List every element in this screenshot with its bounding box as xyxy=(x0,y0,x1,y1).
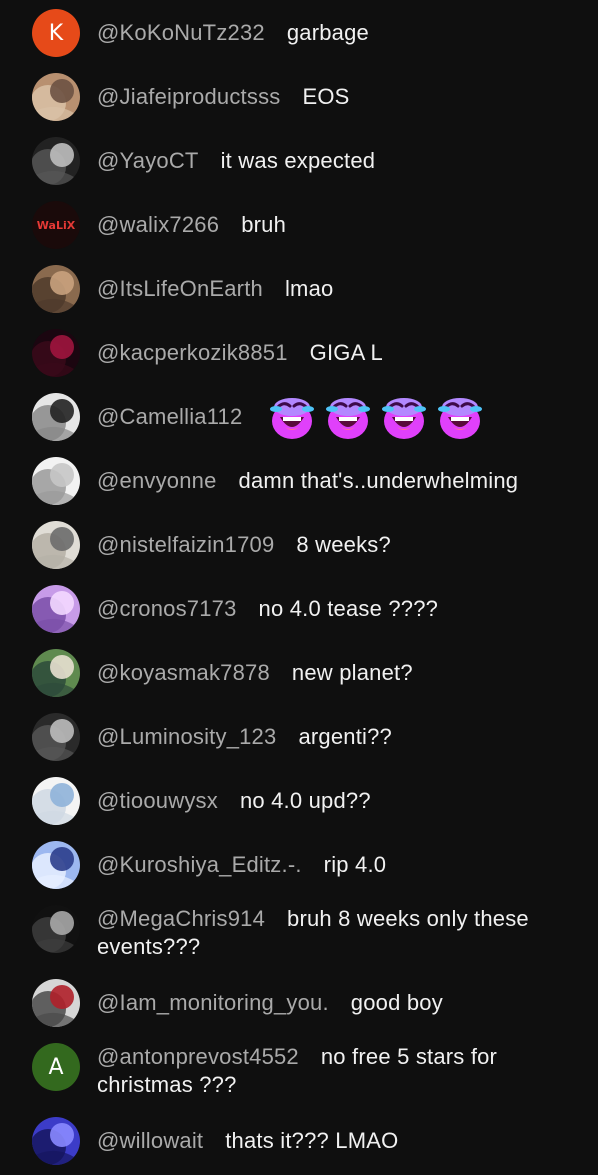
message-text: damn that's..underwhelming xyxy=(238,468,519,493)
rolling-laughing-face-emoji xyxy=(268,393,316,441)
avatar[interactable] xyxy=(32,137,80,185)
message-text: no 4.0 tease ???? xyxy=(258,596,439,621)
avatar[interactable] xyxy=(32,329,80,377)
chat-message[interactable]: @YayoCT it was expected xyxy=(0,137,598,185)
author-name[interactable]: @walix7266 xyxy=(97,212,219,237)
avatar[interactable] xyxy=(32,457,80,505)
chat-message[interactable]: @willowait thats it??? LMAO xyxy=(0,1117,598,1165)
chat-message[interactable]: @tioouwysx no 4.0 upd?? xyxy=(0,777,598,825)
author-name[interactable]: @antonprevost4552 xyxy=(97,1044,299,1069)
message-line: @envyonne damn that's..underwhelming xyxy=(97,457,590,495)
avatar-letter: K xyxy=(48,20,64,46)
chat-message[interactable]: @koyasmak7878 new planet? xyxy=(0,649,598,697)
avatar-letter: A xyxy=(48,1054,64,1080)
author-name[interactable]: @Camellia112 xyxy=(97,404,242,429)
author-name[interactable]: @KoKoNuTz232 xyxy=(97,20,265,45)
avatar-letter: WaLiX xyxy=(36,218,76,232)
avatar[interactable] xyxy=(32,521,80,569)
message-line: @Iam_monitoring_you. good boy xyxy=(97,979,590,1017)
message-text: thats it??? LMAO xyxy=(225,1128,399,1153)
avatar[interactable]: WaLiX xyxy=(32,201,80,249)
message-line: @tioouwysx no 4.0 upd?? xyxy=(97,777,590,815)
message-text: 8 weeks? xyxy=(296,532,391,557)
emoji-group xyxy=(268,393,484,441)
avatar[interactable] xyxy=(32,73,80,121)
avatar[interactable] xyxy=(32,979,80,1027)
chat-message[interactable]: @kacperkozik8851 GIGA L xyxy=(0,329,598,377)
message-text: good boy xyxy=(350,990,443,1015)
message-line: @Jiafeiproductsss EOS xyxy=(97,73,590,111)
message-line: @ItsLifeOnEarth lmao xyxy=(97,265,590,303)
rolling-laughing-face-emoji xyxy=(436,393,484,441)
message-line: @nistelfaizin1709 8 weeks? xyxy=(97,521,590,559)
avatar[interactable] xyxy=(32,713,80,761)
avatar[interactable]: K xyxy=(32,9,80,57)
message-line: @cronos7173 no 4.0 tease ???? xyxy=(97,585,590,623)
chat-message[interactable]: A @antonprevost4552 no free 5 stars for ch… xyxy=(0,1043,598,1105)
message-text: garbage xyxy=(286,20,369,45)
author-name[interactable]: @envyonne xyxy=(97,468,217,493)
message-line: @willowait thats it??? LMAO xyxy=(97,1117,590,1155)
message-line: @MegaChris914 bruh 8 weeks only these eve… xyxy=(97,905,590,961)
rolling-laughing-face-emoji xyxy=(324,393,372,441)
message-text: GIGA L xyxy=(309,340,383,365)
message-text: it was expected xyxy=(220,148,376,173)
author-name[interactable]: @Kuroshiya_Editz.-. xyxy=(97,852,302,877)
message-text: argenti?? xyxy=(298,724,392,749)
author-name[interactable]: @kacperkozik8851 xyxy=(97,340,288,365)
message-line: @KoKoNuTz232 garbage xyxy=(97,9,590,47)
author-name[interactable]: @MegaChris914 xyxy=(97,906,265,931)
author-name[interactable]: @ItsLifeOnEarth xyxy=(97,276,263,301)
chat-message[interactable]: @envyonne damn that's..underwhelming xyxy=(0,457,598,505)
chat-message[interactable]: @cronos7173 no 4.0 tease ???? xyxy=(0,585,598,633)
chat-message[interactable]: @Luminosity_123 argenti?? xyxy=(0,713,598,761)
avatar[interactable] xyxy=(32,265,80,313)
avatar[interactable] xyxy=(32,585,80,633)
author-name[interactable]: @koyasmak7878 xyxy=(97,660,270,685)
chat-message[interactable]: @Jiafeiproductsss EOS xyxy=(0,73,598,121)
author-name[interactable]: @Luminosity_123 xyxy=(97,724,276,749)
message-text: no 4.0 upd?? xyxy=(239,788,371,813)
avatar[interactable]: A xyxy=(32,1043,80,1091)
message-text: lmao xyxy=(284,276,334,301)
live-chat-feed: K @KoKoNuTz232 garbage @Jiafeiproductsss EOS… xyxy=(0,0,598,1175)
author-name[interactable]: @Jiafeiproductsss xyxy=(97,84,280,109)
author-name[interactable]: @cronos7173 xyxy=(97,596,237,621)
message-text: rip 4.0 xyxy=(323,852,387,877)
avatar[interactable] xyxy=(32,905,80,953)
avatar[interactable] xyxy=(32,777,80,825)
message-text: bruh xyxy=(241,212,287,237)
message-line: @Kuroshiya_Editz.-. rip 4.0 xyxy=(97,841,590,879)
chat-message[interactable]: @Kuroshiya_Editz.-. rip 4.0 xyxy=(0,841,598,889)
avatar[interactable] xyxy=(32,1117,80,1165)
message-line: @antonprevost4552 no free 5 stars for chr… xyxy=(97,1043,590,1099)
author-name[interactable]: @nistelfaizin1709 xyxy=(97,532,274,557)
message-text: new planet? xyxy=(291,660,413,685)
chat-message[interactable]: WaLiX @walix7266 bruh xyxy=(0,201,598,249)
chat-message[interactable]: K @KoKoNuTz232 garbage xyxy=(0,9,598,57)
author-name[interactable]: @YayoCT xyxy=(97,148,199,173)
message-line: @Camellia112 xyxy=(97,393,590,441)
chat-message[interactable]: @ItsLifeOnEarth lmao xyxy=(0,265,598,313)
chat-message[interactable]: @Iam_monitoring_you. good boy xyxy=(0,979,598,1027)
message-line: @koyasmak7878 new planet? xyxy=(97,649,590,687)
avatar[interactable] xyxy=(32,649,80,697)
author-name[interactable]: @Iam_monitoring_you. xyxy=(97,990,329,1015)
author-name[interactable]: @tioouwysx xyxy=(97,788,218,813)
chat-message[interactable]: @nistelfaizin1709 8 weeks? xyxy=(0,521,598,569)
message-line: @kacperkozik8851 GIGA L xyxy=(97,329,590,367)
rolling-laughing-face-emoji xyxy=(380,393,428,441)
chat-message[interactable]: @Camellia112 xyxy=(0,393,598,441)
message-line: @YayoCT it was expected xyxy=(97,137,590,175)
chat-message[interactable]: @MegaChris914 bruh 8 weeks only these eve… xyxy=(0,905,598,967)
message-line: @Luminosity_123 argenti?? xyxy=(97,713,590,751)
message-line: @walix7266 bruh xyxy=(97,201,590,239)
avatar[interactable] xyxy=(32,393,80,441)
author-name[interactable]: @willowait xyxy=(97,1128,203,1153)
avatar[interactable] xyxy=(32,841,80,889)
message-text: EOS xyxy=(302,84,350,109)
